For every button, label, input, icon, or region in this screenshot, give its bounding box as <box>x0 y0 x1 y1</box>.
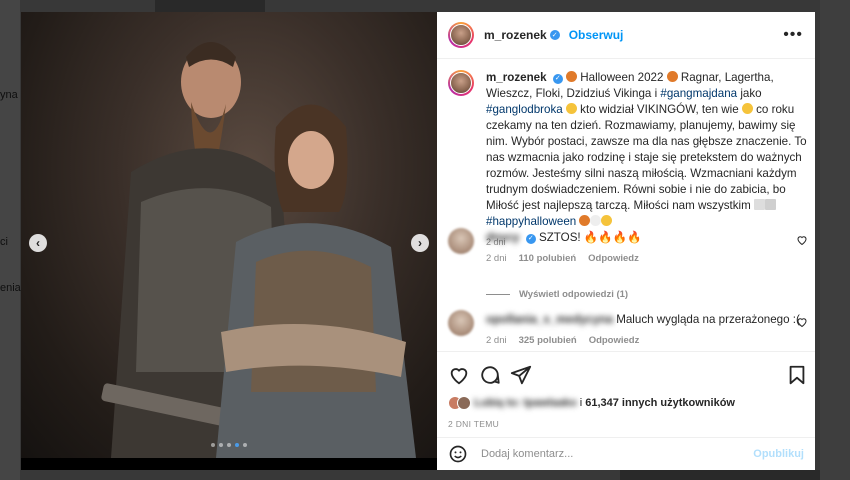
smiling-emoji-icon <box>741 103 753 114</box>
publish-button[interactable]: Opublikuj <box>753 448 804 460</box>
comment-like-heart-icon[interactable] <box>796 316 808 328</box>
caption-part: jako <box>737 87 762 100</box>
like-heart-icon[interactable] <box>448 364 470 386</box>
hashtag-link[interactable]: #happyhalloween <box>486 215 576 228</box>
comment-time: 2 dni <box>486 253 507 264</box>
caption-username[interactable]: m_rozenek <box>486 71 547 84</box>
carousel-dot <box>243 443 247 447</box>
caption-part: Halloween 2022 <box>577 71 667 84</box>
ghost-emoji-icon <box>590 215 602 226</box>
carousel-dot <box>211 443 215 447</box>
comment-username[interactable]: dnycy <box>486 231 520 244</box>
posted-time: 2 DNI TEMU <box>448 419 500 429</box>
verified-badge-icon: ✓ <box>549 30 560 40</box>
hashtag-link[interactable]: #ganglodbroka <box>486 103 563 116</box>
more-options-icon[interactable]: ••• <box>783 26 803 44</box>
smiling-emoji-icon <box>601 215 613 226</box>
comment-reply-button[interactable]: Odpowiedz <box>588 253 639 264</box>
comment-username[interactable]: opollania_s_medycyna <box>486 313 613 326</box>
comment-likes[interactable]: 110 polubień <box>519 253 577 264</box>
view-replies-label: Wyświetl odpowiedzi (1) <box>519 289 629 300</box>
post-caption: m_rozenek ✓ Halloween 2022 Ragnar, Lager… <box>448 70 808 247</box>
caption-part: kto widział VIKINGÓW, ten wie <box>576 103 742 116</box>
comment-time: 2 dni <box>486 335 507 346</box>
emoji-picker-icon[interactable] <box>448 444 468 464</box>
pumpkin-emoji-icon <box>566 71 578 82</box>
carousel-dot <box>219 443 223 447</box>
comment-avatar[interactable] <box>448 228 474 254</box>
vikings-photo-illustration <box>101 42 416 458</box>
save-bookmark-icon[interactable] <box>786 364 808 386</box>
pumpkin-emoji-icon <box>666 71 678 82</box>
caption-avatar[interactable] <box>448 70 474 96</box>
add-comment-bar: Opublikuj <box>437 437 815 470</box>
comment-like-heart-icon[interactable] <box>796 234 808 246</box>
likes-count[interactable]: 61,347 innych użytkowników <box>585 397 735 409</box>
comment-bubble-icon[interactable] <box>479 364 501 386</box>
comment-reply-button[interactable]: Odpowiedz <box>589 335 640 346</box>
comment-item: opollania_s_medycyna Maluch wygląda na p… <box>448 310 808 346</box>
pumpkin-emoji-icon <box>579 215 591 226</box>
comment-text: Maluch wygląda na przerażonego :( <box>616 313 800 326</box>
verified-badge-icon: ✓ <box>552 74 563 84</box>
post-actions <box>437 351 815 397</box>
carousel-dot <box>227 443 231 447</box>
likes-and: i <box>579 397 583 409</box>
comment-avatar[interactable] <box>448 310 474 336</box>
liker-avatar <box>457 396 471 410</box>
carousel-dots <box>21 443 437 447</box>
carousel-prev-button[interactable]: ‹ <box>29 234 47 252</box>
view-replies-button[interactable]: Wyświetl odpowiedzi (1) <box>486 289 628 300</box>
carousel-next-button[interactable]: › <box>411 234 429 252</box>
comment-item: dnycy ✓ SZTOS! 🔥🔥🔥🔥 2 dni 110 polubień O… <box>448 228 808 264</box>
follow-button[interactable]: Obserwuj <box>569 28 624 42</box>
avatar[interactable] <box>448 22 474 48</box>
laughing-emoji-icon <box>565 103 577 114</box>
carousel-dot-active <box>235 443 239 447</box>
comment-input[interactable] <box>481 448 754 460</box>
likes-summary: Lubią to: tpawlaako i 61,347 innych użyt… <box>448 396 735 410</box>
comment-text: SZTOS! 🔥🔥🔥🔥 <box>538 231 642 244</box>
family-emoji-icon <box>765 199 777 210</box>
post-header: m_rozenek ✓ Obserwuj ••• <box>437 12 815 59</box>
caption-text: m_rozenek ✓ Halloween 2022 Ragnar, Lager… <box>486 70 808 230</box>
hashtag-link[interactable]: #gangmajdana <box>660 87 737 100</box>
post-photo <box>21 12 437 458</box>
caption-part: co roku czekamy na ten dzień. Rozmawiamy… <box>486 103 807 212</box>
family-emoji-icon <box>754 199 766 210</box>
comment-likes[interactable]: 325 polubień <box>519 335 577 346</box>
post-username[interactable]: m_rozenek <box>484 28 547 42</box>
share-paper-plane-icon[interactable] <box>510 364 532 386</box>
verified-badge-icon: ✓ <box>525 234 536 244</box>
post-side-panel: m_rozenek ✓ Obserwuj ••• m_rozenek ✓ Hal… <box>437 12 815 470</box>
liker-names[interactable]: Lubią to: tpawlaako <box>474 397 577 409</box>
post-media: ‹ › <box>21 12 437 470</box>
